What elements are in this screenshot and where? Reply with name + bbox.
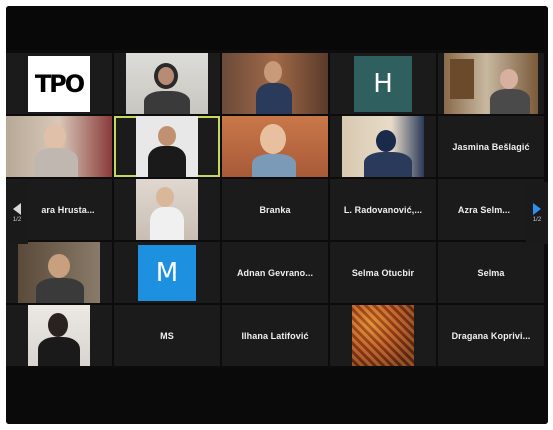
participant-tile[interactable]: L. Radovanović,... — [330, 179, 436, 240]
participant-picture — [352, 305, 414, 366]
pattern-texture — [352, 305, 414, 366]
participant-tile-video[interactable] — [114, 53, 220, 114]
participant-tile-h[interactable]: H — [330, 53, 436, 114]
participant-head — [156, 187, 174, 207]
participant-tile[interactable]: Jasmina Bešlagić — [438, 116, 544, 177]
participant-tile[interactable]: Ilhana Latifović — [222, 305, 328, 366]
participant-tile-video[interactable] — [330, 116, 436, 177]
participant-tile-video[interactable] — [222, 53, 328, 114]
participant-tile-video[interactable] — [6, 116, 112, 177]
participant-head — [44, 124, 66, 150]
next-page-button[interactable]: 1/2 — [526, 182, 548, 244]
participant-head — [48, 254, 70, 278]
page-indicator: 1/2 — [12, 217, 22, 223]
participant-tile-active-speaker[interactable] — [114, 116, 220, 177]
tpo-logo: TPO — [28, 55, 90, 112]
participant-avatar-h: H — [354, 55, 412, 112]
participant-body — [256, 83, 292, 114]
participant-tile-video[interactable] — [222, 116, 328, 177]
participant-tile-video[interactable] — [6, 305, 112, 366]
participant-name: Branka — [259, 204, 291, 215]
participant-head — [376, 130, 396, 152]
participant-head — [154, 63, 178, 89]
participant-body — [34, 148, 78, 177]
participant-video — [136, 116, 198, 177]
participant-video — [222, 116, 328, 177]
bottom-bar — [6, 368, 548, 424]
participant-tile-video[interactable] — [438, 53, 544, 114]
participant-avatar-m: M — [138, 244, 196, 301]
participant-name: Adnan Gevrano... — [236, 267, 314, 278]
participant-video — [28, 305, 90, 366]
previous-page-button[interactable]: 1/2 — [6, 182, 28, 244]
participant-body — [38, 337, 80, 366]
participant-tile-picture[interactable] — [330, 305, 436, 366]
participant-name: MS — [160, 330, 174, 341]
participant-tile[interactable]: Dragana Koprivi... — [438, 305, 544, 366]
arrow-right-icon — [533, 203, 541, 215]
participant-tile-m[interactable]: M — [114, 242, 220, 303]
participant-video — [444, 53, 538, 114]
participant-head — [500, 69, 518, 89]
participant-body — [144, 91, 190, 114]
page-indicator: 1/2 — [532, 217, 542, 223]
participant-name: Selma — [477, 267, 505, 278]
participant-body — [252, 154, 296, 177]
participant-head — [158, 126, 176, 146]
participant-body — [364, 152, 412, 177]
participant-body — [150, 207, 184, 240]
participant-video — [222, 53, 328, 114]
participant-name: Dragana Koprivi... — [451, 330, 531, 341]
bookshelf — [450, 59, 474, 99]
participant-tile[interactable]: Branka — [222, 179, 328, 240]
participant-name: Selma Otucbir — [351, 267, 415, 278]
participant-name: Azra Selm... — [457, 204, 511, 215]
participant-tile-video[interactable] — [114, 179, 220, 240]
participant-tile[interactable]: Adnan Gevrano... — [222, 242, 328, 303]
participant-tile[interactable]: Selma — [438, 242, 544, 303]
participant-tile-video[interactable] — [6, 242, 112, 303]
participant-name: ara Hrusta... — [41, 204, 95, 215]
participant-name: L. Radovanović,... — [343, 204, 423, 215]
participant-body — [148, 146, 186, 177]
participant-gallery: TPO H Jasmina Bešlagić ara Hrusta... Bra… — [6, 53, 548, 370]
meeting-window: TPO H Jasmina Bešlagić ara Hrusta... Bra… — [6, 6, 548, 424]
participant-head — [264, 61, 282, 83]
participant-body — [490, 89, 530, 114]
participant-tile[interactable]: Selma Otucbir — [330, 242, 436, 303]
arrow-left-icon — [13, 203, 21, 215]
participant-head — [48, 313, 68, 337]
participant-head — [260, 124, 286, 154]
participant-name: Ilhana Latifović — [241, 330, 309, 341]
participant-tile[interactable]: MS — [114, 305, 220, 366]
participant-name: Jasmina Bešlagić — [452, 141, 530, 152]
participant-body — [36, 278, 84, 303]
participant-video — [6, 116, 112, 177]
participant-video — [342, 116, 424, 177]
participant-video — [126, 53, 208, 114]
participant-video — [136, 179, 198, 240]
participant-video — [18, 242, 100, 303]
participant-tile-tpo[interactable]: TPO — [6, 53, 112, 114]
top-bar — [6, 6, 548, 50]
